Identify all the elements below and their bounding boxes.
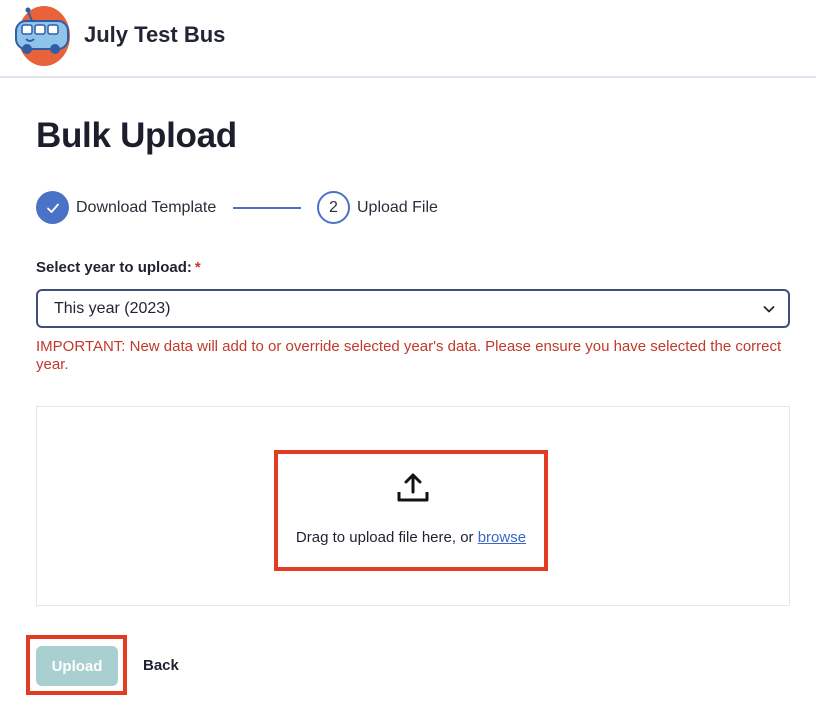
dropzone-instruction: Drag to upload file here, or xyxy=(295,529,478,546)
dropzone-text: Drag to upload file here, or browse xyxy=(274,529,548,546)
app-title: July Test Bus xyxy=(84,22,226,47)
chevron-down-icon xyxy=(763,306,775,313)
back-button[interactable]: Back xyxy=(143,657,179,674)
step-1-label: Download Template xyxy=(76,199,217,216)
year-warning-message: IMPORTANT: New data will add to or overr… xyxy=(36,338,782,373)
dropzone-highlight-box xyxy=(274,450,548,571)
upload-button[interactable]: Upload xyxy=(36,646,118,686)
year-select-value: This year (2023) xyxy=(54,300,171,317)
bus-logo-icon[interactable] xyxy=(12,5,72,67)
upload-icon xyxy=(397,473,429,502)
step-1-complete-indicator xyxy=(36,191,69,224)
page-title: Bulk Upload xyxy=(36,116,237,155)
step-connector xyxy=(233,207,301,209)
browse-link[interactable]: browse xyxy=(478,529,526,546)
top-bar: July Test Bus xyxy=(0,0,816,78)
year-select[interactable]: This year (2023) xyxy=(36,289,790,328)
step-2-label: Upload File xyxy=(357,199,438,216)
year-select-label: Select year to upload: * xyxy=(36,259,201,276)
year-select-label-text: Select year to upload: xyxy=(36,259,192,276)
step-2-indicator: 2 xyxy=(317,191,350,224)
required-asterisk: * xyxy=(194,259,201,276)
stepper: Download Template 2 Upload File xyxy=(36,191,456,224)
check-icon xyxy=(46,203,59,213)
